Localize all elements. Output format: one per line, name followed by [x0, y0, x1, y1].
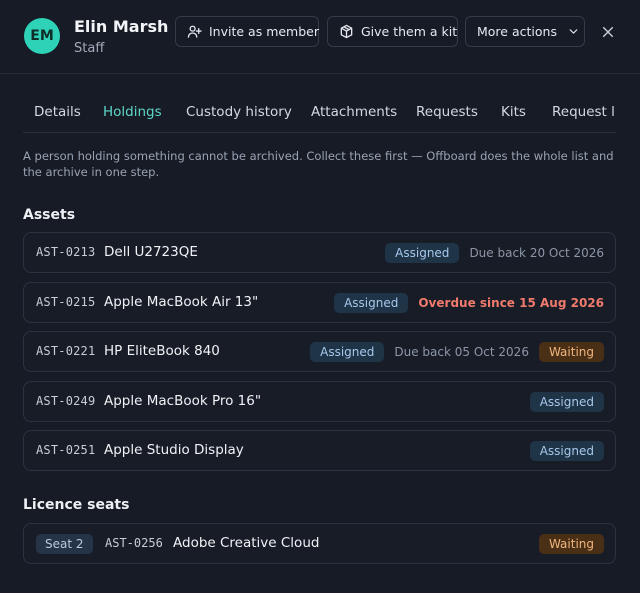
asset-code: AST-0249 — [36, 394, 96, 408]
status-badge: Assigned — [334, 293, 409, 313]
drawer-header: EM Elin Marsh Staff Invite as member Giv… — [0, 0, 640, 74]
asset-code: AST-0213 — [36, 245, 96, 259]
asset-code: AST-0221 — [36, 344, 96, 358]
package-icon — [340, 24, 353, 39]
invite-as-member-label: Invite as member — [209, 24, 319, 39]
asset-row[interactable]: AST-0213 Dell U2723QE Assigned Due back … — [23, 232, 616, 273]
due-date: Due back 05 Oct 2026 — [394, 345, 529, 359]
archive-notice: A person holding something cannot be arc… — [23, 149, 614, 179]
asset-code: AST-0215 — [36, 295, 96, 309]
asset-row[interactable]: AST-0221 HP EliteBook 840 Assigned Due b… — [23, 331, 616, 372]
licence-name: Adobe Creative Cloud — [173, 535, 320, 551]
give-them-a-kit-button[interactable]: Give them a kit — [327, 16, 458, 47]
invite-as-member-button[interactable]: Invite as member — [175, 16, 319, 47]
due-date: Due back 20 Oct 2026 — [469, 246, 604, 260]
waiting-badge: Waiting — [538, 534, 604, 554]
tab-request-links[interactable]: Request lin — [552, 92, 616, 132]
status-badge: Assigned — [310, 342, 385, 362]
person-name: Elin Marsh — [74, 17, 169, 36]
asset-row[interactable]: AST-0249 Apple MacBook Pro 16" Assigned — [23, 381, 616, 422]
status-badge: Assigned — [529, 392, 604, 412]
close-button[interactable] — [598, 22, 618, 42]
status-badge: Assigned — [529, 441, 604, 461]
assets-section-title: Assets — [23, 207, 76, 223]
overdue-date: Overdue since 15 Aug 2026 — [418, 296, 604, 310]
licence-section-title: Licence seats — [23, 497, 130, 513]
close-icon — [602, 26, 614, 38]
user-plus-icon — [187, 25, 202, 38]
asset-name: HP EliteBook 840 — [104, 343, 220, 359]
tab-bar: Details Holdings Custody history Attachm… — [23, 92, 616, 133]
person-role: Staff — [74, 41, 105, 56]
status-badge: Assigned — [385, 243, 460, 263]
asset-row[interactable]: AST-0251 Apple Studio Display Assigned — [23, 430, 616, 471]
give-them-a-kit-label: Give them a kit — [361, 24, 458, 39]
more-actions-label: More actions — [477, 24, 557, 39]
tab-details[interactable]: Details — [34, 92, 81, 132]
waiting-badge: Waiting — [538, 342, 604, 362]
avatar: EM — [24, 18, 60, 54]
asset-code: AST-0251 — [36, 443, 96, 457]
tab-custody-history[interactable]: Custody history — [186, 92, 292, 132]
asset-name: Apple Studio Display — [104, 442, 244, 458]
asset-code: AST-0256 — [105, 536, 163, 550]
seat-badge: Seat 2 — [36, 534, 93, 554]
asset-row[interactable]: AST-0215 Apple MacBook Air 13" Assigned … — [23, 282, 616, 323]
asset-name: Dell U2723QE — [104, 244, 198, 260]
tab-attachments[interactable]: Attachments — [311, 92, 397, 132]
asset-name: Apple MacBook Pro 16" — [104, 393, 262, 409]
tab-kits[interactable]: Kits — [501, 92, 526, 132]
tab-requests[interactable]: Requests — [416, 92, 478, 132]
chevron-down-icon — [569, 29, 578, 34]
tab-holdings[interactable]: Holdings — [91, 92, 174, 132]
licence-row[interactable]: Seat 2 AST-0256 Adobe Creative Cloud Wai… — [23, 523, 616, 564]
asset-name: Apple MacBook Air 13" — [104, 294, 259, 310]
more-actions-button[interactable]: More actions — [465, 16, 585, 47]
